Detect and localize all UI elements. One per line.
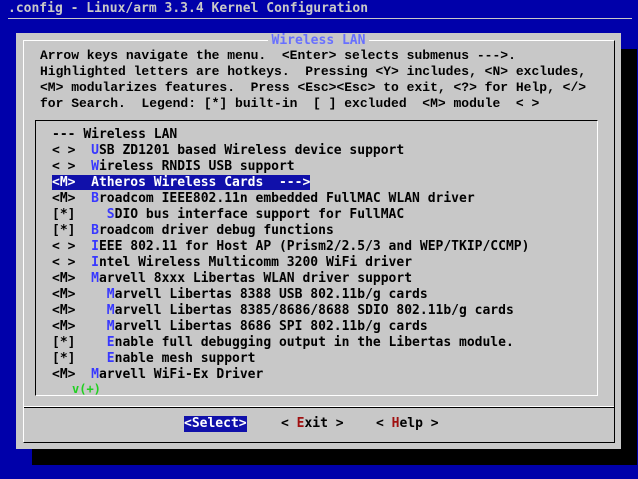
- menu-item-hotkey: W: [91, 159, 99, 174]
- menu-item-libertas-spi[interactable]: <M> Marvell Libertas 8686 SPI 802.11b/g …: [52, 319, 529, 335]
- help-line: Highlighted letters are hotkeys. Pressin…: [40, 64, 587, 79]
- menu-item-indent: [91, 207, 107, 222]
- help-text: Arrow keys navigate the menu. <Enter> se…: [40, 48, 586, 112]
- menu-item-prefix: [*]: [52, 351, 76, 366]
- button-divider-shadow: [24, 407, 614, 408]
- menu-item-prefix: ---: [52, 127, 76, 142]
- menu-item-hotkey: M: [106, 319, 115, 334]
- menu-item-wireless-lan-header: --- Wireless LAN: [52, 127, 529, 143]
- dialog-title: Wireless LAN: [267, 33, 370, 48]
- menu-item-marvell-wifi-ex[interactable]: <M> Marvell WiFi-Ex Driver: [52, 367, 529, 383]
- menu-item-hotkey: B: [91, 223, 99, 238]
- menu-item-prefix: <M>: [52, 319, 76, 334]
- menu-item-label: roadcom driver debug functions: [98, 223, 334, 238]
- dialog-title-bar: Wireless LAN: [16, 33, 621, 48]
- menu-item-usb-zd1201[interactable]: < > USB ZD1201 based Wireless device sup…: [52, 143, 529, 159]
- menu-item-hotkey: A: [91, 175, 99, 190]
- menu-item-hotkey: M: [106, 303, 115, 318]
- menu-item-indent: [91, 351, 107, 366]
- menu-item-label: arvell 8xxx Libertas WLAN driver support: [98, 271, 413, 286]
- menu-item-label: DIO bus interface support for FullMAC: [114, 207, 405, 222]
- menu-item-prefix: <M>: [52, 271, 76, 286]
- menu-item-indent: [91, 335, 107, 350]
- menu-item-broadcom-fullmac[interactable]: <M> Broadcom IEEE802.11n embedded FullMA…: [52, 191, 529, 207]
- menu-item-prefix: [*]: [52, 335, 76, 350]
- menu-item-indent: [91, 319, 107, 334]
- menu-item-libertas-mesh[interactable]: [*] Enable mesh support: [52, 351, 529, 367]
- menu-list: --- Wireless LAN < > USB ZD1201 based Wi…: [52, 127, 529, 383]
- menu-item-hotkey: E: [106, 351, 115, 366]
- button-bracket: >: [327, 416, 344, 431]
- menu-item-label: ntel Wireless Multicomm 3200 WiFi driver: [98, 255, 413, 270]
- help-line: Arrow keys navigate the menu. <Enter> se…: [40, 48, 516, 63]
- menu-item-marvell-libertas[interactable]: <M> Marvell 8xxx Libertas WLAN driver su…: [52, 271, 529, 287]
- menu-item-hotkey: M: [106, 287, 115, 302]
- menu-item-prefix: <M>: [52, 287, 76, 302]
- menu-item-label: nable mesh support: [114, 351, 256, 366]
- menu-item-label: roadcom IEEE802.11n embedded FullMAC WLA…: [98, 191, 475, 206]
- button-bracket: <: [184, 416, 192, 431]
- menu-item-indent: [91, 303, 107, 318]
- menu-item-prefix: [*]: [52, 207, 76, 222]
- menu-dialog: Wireless LAN Arrow keys navigate the men…: [16, 33, 621, 449]
- menu-item-hotkey: B: [91, 191, 99, 206]
- help-line: for Search. Legend: [*] built-in [ ] exc…: [40, 96, 540, 111]
- menu-item-hotkey: U: [91, 143, 99, 158]
- button-bracket: <: [376, 416, 392, 431]
- menu-item-hotkey: E: [106, 335, 115, 350]
- select-button[interactable]: <Select>: [184, 416, 247, 432]
- button-row: <Select> < Exit > < Help >: [16, 416, 621, 479]
- button-bracket: <: [281, 416, 297, 431]
- menu-item-prefix: [*]: [52, 223, 76, 238]
- button-label: elect: [199, 416, 239, 431]
- menu-item-intel-multicomm[interactable]: < > Intel Wireless Multicomm 3200 WiFi d…: [52, 255, 529, 271]
- menu-item-hotkey: M: [91, 271, 99, 286]
- menu-item-hostap[interactable]: < > IEEE 802.11 for Host AP (Prism2/2.5/…: [52, 239, 529, 255]
- menu-item-prefix: <M>: [52, 191, 76, 206]
- button-hotkey: S: [191, 416, 200, 431]
- button-label: xit: [304, 416, 328, 431]
- menu-item-label: theros Wireless Cards --->: [98, 175, 311, 190]
- menu-item-label: EEE 802.11 for Host AP (Prism2/2.5/3 and…: [98, 239, 530, 254]
- menu-item-label: arvell Libertas 8686 SPI 802.11b/g cards: [114, 319, 428, 334]
- terminal-screen: .config - Linux/arm 3.3.4 Kernel Configu…: [0, 0, 638, 479]
- menu-item-prefix: < >: [52, 239, 76, 254]
- menu-item-broadcom-debug[interactable]: [*] Broadcom driver debug functions: [52, 223, 529, 239]
- menu-list-box: --- Wireless LAN < > USB ZD1201 based Wi…: [35, 120, 598, 396]
- exit-button[interactable]: < Exit >: [281, 416, 344, 432]
- menu-item-wireless-rndis[interactable]: < > Wireless RNDIS USB support: [52, 159, 529, 175]
- menu-item-prefix: < >: [52, 159, 76, 174]
- button-bracket: >: [422, 416, 439, 431]
- menu-item-label: arvell Libertas 8385/8686/8688 SDIO 802.…: [114, 303, 514, 318]
- help-button[interactable]: < Help >: [376, 416, 439, 432]
- menu-item-hotkey: S: [106, 207, 115, 222]
- menu-item-hotkey: M: [91, 367, 99, 382]
- menu-item-sdio-fullmac[interactable]: [*] SDIO bus interface support for FullM…: [52, 207, 529, 223]
- help-line: <M> modularizes features. Press <Esc><Es…: [40, 80, 587, 95]
- menu-item-prefix: <M>: [52, 175, 76, 190]
- menu-item-hotkey: I: [91, 255, 99, 270]
- menu-item-label: SB ZD1201 based Wireless device support: [98, 143, 405, 158]
- menu-item-label: ireless RNDIS USB support: [98, 159, 295, 174]
- window-title: .config - Linux/arm 3.3.4 Kernel Configu…: [8, 1, 369, 16]
- menu-item-prefix: <M>: [52, 367, 76, 382]
- title-divider: [8, 18, 632, 19]
- menu-item-libertas-debug[interactable]: [*] Enable full debugging output in the …: [52, 335, 529, 351]
- menu-item-label: arvell WiFi-Ex Driver: [98, 367, 264, 382]
- menu-item-label: arvell Libertas 8388 USB 802.11b/g cards: [114, 287, 428, 302]
- menu-item-label: nable full debugging output in the Liber…: [114, 335, 514, 350]
- menu-item-libertas-usb[interactable]: <M> Marvell Libertas 8388 USB 802.11b/g …: [52, 287, 529, 303]
- button-bracket: >: [238, 416, 247, 431]
- menu-item-indent: [91, 287, 107, 302]
- menu-item-prefix: <M>: [52, 303, 76, 318]
- menu-item-label: Wireless LAN: [83, 127, 178, 142]
- menu-item-libertas-sdio[interactable]: <M> Marvell Libertas 8385/8686/8688 SDIO…: [52, 303, 529, 319]
- button-label: elp: [399, 416, 423, 431]
- menu-item-prefix: < >: [52, 143, 76, 158]
- menu-item-prefix: < >: [52, 255, 76, 270]
- menu-item-atheros[interactable]: <M> Atheros Wireless Cards --->: [52, 175, 529, 191]
- menu-item-hotkey: I: [91, 239, 99, 254]
- scroll-more-indicator[interactable]: v(+): [72, 383, 101, 395]
